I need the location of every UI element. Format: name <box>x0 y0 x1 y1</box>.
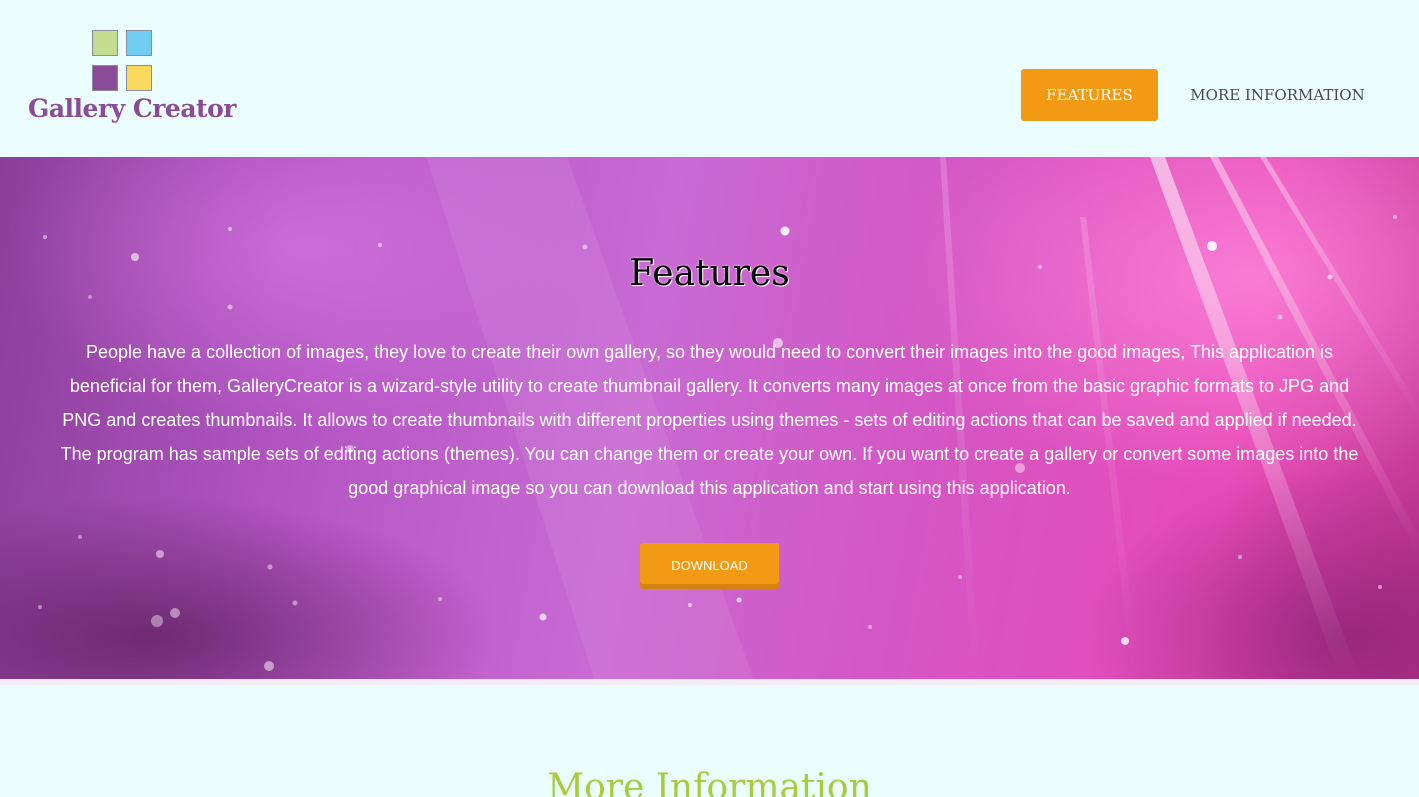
more-information-section: More Information <box>0 685 1419 797</box>
hero-description: People have a collection of images, they… <box>60 342 1359 498</box>
four-square-tiles-icon <box>92 30 156 94</box>
logo-text: Gallery Creator <box>28 94 236 123</box>
site-header: Gallery Creator FEATURES MORE INFORMATIO… <box>0 0 1419 157</box>
hero-title: Features <box>629 253 790 294</box>
more-information-title: More Information <box>547 767 872 797</box>
nav-features-button[interactable]: FEATURES <box>1021 69 1158 121</box>
nav-more-information-link[interactable]: MORE INFORMATION <box>1176 69 1379 121</box>
site-logo[interactable]: Gallery Creator <box>28 30 236 130</box>
logo-tile-green <box>92 30 118 56</box>
download-button[interactable]: DOWNLOAD <box>640 543 779 589</box>
logo-tile-yellow <box>126 65 152 91</box>
features-hero-section: Features People have a collection of ima… <box>0 157 1419 679</box>
logo-tile-purple <box>92 65 118 91</box>
logo-tile-blue <box>126 30 152 56</box>
